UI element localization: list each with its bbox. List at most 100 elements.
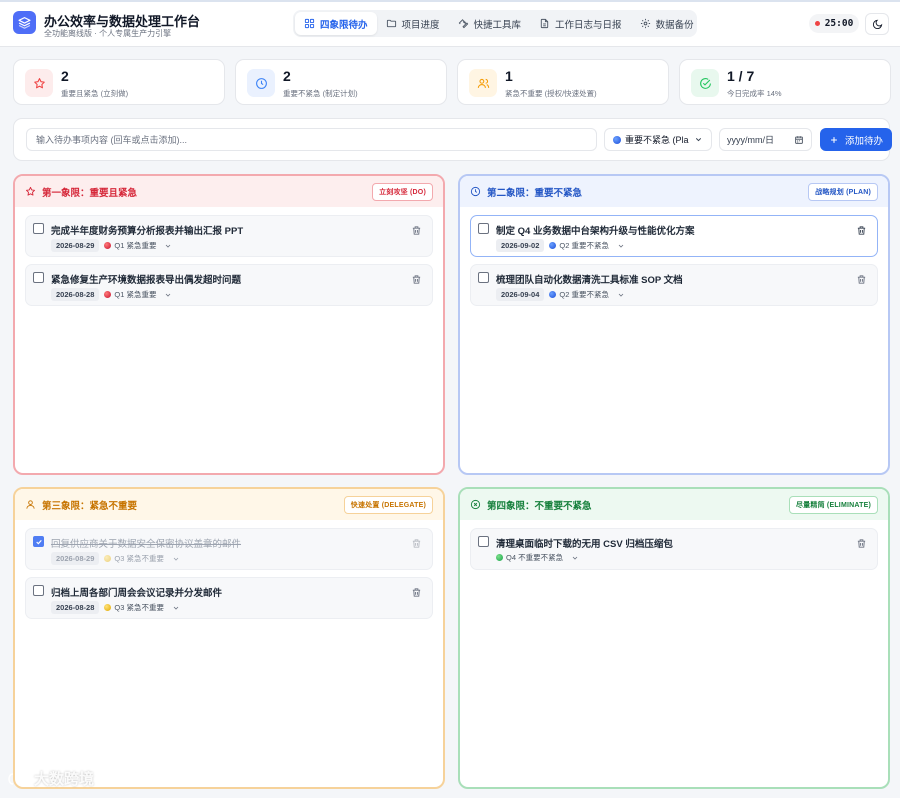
- task-priority-select[interactable]: Q3 紧急不重要: [104, 553, 180, 564]
- todo-input[interactable]: [26, 128, 597, 151]
- task-checkbox[interactable]: [33, 272, 44, 283]
- task-priority-select[interactable]: Q3 紧急不重要: [104, 602, 180, 613]
- quadrant-badge: 快速处置 (DELEGATE): [343, 495, 433, 514]
- quadrant-do: 第一象限：重要且紧急 立刻攻坚 (DO) 完成半年度财务预算分析报表并输出汇报 …: [13, 174, 445, 475]
- wrench-icon: [458, 19, 468, 29]
- task-title: 归档上周各部门周会会议记录并分发邮件: [51, 588, 223, 599]
- task-priority: Q1 紧急重要: [114, 241, 157, 250]
- trash-icon[interactable]: [411, 225, 422, 236]
- task-priority-select[interactable]: Q2 重要不紧急: [549, 289, 625, 300]
- task-title: 紧急修复生产环境数据报表导出偶发超时问题: [51, 275, 242, 286]
- task-title: 完成半年度财务预算分析报表并输出汇报 PPT: [51, 226, 244, 237]
- users-icon: [469, 69, 497, 97]
- priority-dot: [104, 555, 112, 562]
- add-button-label: 添加待办: [844, 135, 883, 147]
- task-list: 制定 Q4 业务数据中台架构升级与性能优化方案 2026-09-02 Q2 重要…: [460, 207, 888, 306]
- grid-icon: [304, 18, 315, 29]
- chevron-down-icon: [572, 556, 578, 560]
- theme-toggle-button[interactable]: [865, 13, 889, 35]
- trash-icon[interactable]: [411, 274, 422, 285]
- timer-value: 25:00: [824, 18, 854, 29]
- tab-work-log[interactable]: 工作日志与日报: [530, 12, 631, 35]
- add-todo-bar: 重要不紧急 (Pla yyyy/mm/日 添加待办: [13, 118, 892, 161]
- task-checkbox[interactable]: [33, 223, 44, 234]
- task-checkbox[interactable]: [478, 223, 489, 234]
- stat-card-urgent-important: 2 重要且紧急 (立刻做): [13, 59, 225, 105]
- stat-label: 今日完成率 14%: [727, 89, 782, 98]
- task-due-date: 2026-09-04: [496, 288, 545, 301]
- stat-label: 重要且紧急 (立刻做): [61, 89, 129, 98]
- priority-select[interactable]: 重要不紧急 (Pla: [604, 128, 712, 151]
- document-icon: [540, 18, 549, 29]
- task-priority-select[interactable]: Q4 不重要不紧急: [496, 552, 579, 563]
- tab-label: 四象限待办: [320, 19, 368, 31]
- stat-label: 重要不紧急 (制定计划): [283, 89, 358, 98]
- chevron-down-icon: [166, 293, 171, 297]
- task-meta: 2026-08-28 Q3 紧急不重要: [51, 601, 180, 614]
- tab-tools[interactable]: 快捷工具库: [449, 12, 531, 35]
- quadrant-title: 第三象限：紧急不重要: [42, 500, 138, 512]
- trash-icon[interactable]: [411, 538, 422, 549]
- trash-icon[interactable]: [856, 225, 867, 236]
- trash-icon[interactable]: [856, 274, 867, 285]
- task-item: 完成半年度财务预算分析报表并输出汇报 PPT 2026-08-29 Q1 紧急重…: [25, 215, 433, 257]
- chevron-down-icon: [618, 244, 624, 248]
- task-priority-select[interactable]: Q1 紧急重要: [104, 289, 172, 300]
- tab-quadrant-todo[interactable]: 四象限待办: [295, 12, 377, 35]
- task-priority-select[interactable]: Q1 紧急重要: [104, 240, 172, 251]
- task-priority: Q3 紧急不重要: [114, 554, 164, 563]
- quadrant-badge: 尽量精简 (ELIMINATE): [788, 495, 878, 514]
- task-checkbox[interactable]: [478, 536, 489, 547]
- priority-selected-value: 重要不紧急 (Pla: [625, 135, 689, 145]
- calendar-icon[interactable]: [794, 135, 804, 145]
- task-checkbox[interactable]: [478, 272, 489, 283]
- top-accent-line: [0, 0, 900, 2]
- app-header: 办公效率与数据处理工作台 全功能离线版 · 个人专属生产力引擎 四象限待办 项目…: [0, 0, 900, 47]
- chevron-down-icon: [695, 138, 702, 142]
- task-meta: 2026-09-02 Q2 重要不紧急: [496, 239, 625, 252]
- task-checkbox[interactable]: [33, 585, 44, 596]
- quadrant-eliminate: 第四象限：不重要不紧急 尽量精简 (ELIMINATE) 清理桌面临时下载的无用…: [458, 487, 890, 789]
- clock-icon: [470, 186, 481, 197]
- stat-card-urgent-not-important: 1 紧急不重要 (授权/快速处置): [457, 59, 669, 105]
- moon-icon: [872, 19, 882, 29]
- task-meta: Q4 不重要不紧急: [496, 552, 579, 563]
- task-title: 清理桌面临时下载的无用 CSV 归档压缩包: [496, 539, 673, 550]
- tab-backup[interactable]: 数据备份: [631, 12, 703, 35]
- task-meta: 2026-08-29 Q1 紧急重要: [51, 239, 172, 252]
- priority-dot: [613, 135, 621, 144]
- task-item: 归档上周各部门周会会议记录并分发邮件 2026-08-28 Q3 紧急不重要: [25, 577, 433, 619]
- task-priority-select[interactable]: Q2 重要不紧急: [549, 240, 625, 251]
- task-priority: Q1 紧急重要: [114, 290, 157, 299]
- task-due-date: 2026-08-28: [51, 601, 100, 614]
- chevron-down-icon: [166, 244, 171, 248]
- quadrant-header: 第四象限：不重要不紧急 尽量精简 (ELIMINATE): [460, 489, 888, 520]
- tab-project-progress[interactable]: 项目进度: [377, 12, 449, 35]
- task-priority: Q2 重要不紧急: [559, 290, 609, 299]
- trash-icon[interactable]: [856, 538, 867, 549]
- star-icon: [26, 186, 35, 196]
- layers-icon: [13, 11, 36, 34]
- stat-card-completion-rate: 1 / 7 今日完成率 14%: [679, 59, 891, 105]
- tab-label: 工作日志与日报: [555, 19, 622, 31]
- task-priority: Q3 紧急不重要: [114, 603, 164, 612]
- priority-dot: [549, 291, 557, 298]
- task-list: 清理桌面临时下载的无用 CSV 归档压缩包 Q4 不重要不紧急: [460, 520, 888, 570]
- due-date-input[interactable]: yyyy/mm/日: [719, 128, 812, 151]
- task-checkbox-checked[interactable]: [33, 536, 44, 547]
- chevron-down-icon: [173, 557, 179, 561]
- stat-value: 1: [505, 68, 513, 84]
- pomodoro-timer[interactable]: 25:00: [809, 14, 859, 33]
- quadrant-header: 第一象限：重要且紧急 立刻攻坚 (DO): [15, 176, 443, 207]
- trash-icon[interactable]: [411, 587, 422, 598]
- task-item: 紧急修复生产环境数据报表导出偶发超时问题 2026-08-28 Q1 紧急重要: [25, 264, 433, 306]
- add-todo-button[interactable]: 添加待办: [820, 128, 892, 151]
- priority-dot: [104, 604, 112, 611]
- tab-label: 快捷工具库: [473, 19, 522, 31]
- watermark-text: 大数跨境: [34, 771, 95, 788]
- task-item: 制定 Q4 业务数据中台架构升级与性能优化方案 2026-09-02 Q2 重要…: [470, 215, 878, 257]
- task-meta: 2026-08-29 Q3 紧急不重要: [51, 552, 180, 565]
- stat-value: 2: [61, 68, 69, 84]
- quadrant-delegate: 第三象限：紧急不重要 快速处置 (DELEGATE) 回复供应商关于数据安全保密…: [13, 487, 445, 789]
- task-priority: Q2 重要不紧急: [559, 241, 609, 250]
